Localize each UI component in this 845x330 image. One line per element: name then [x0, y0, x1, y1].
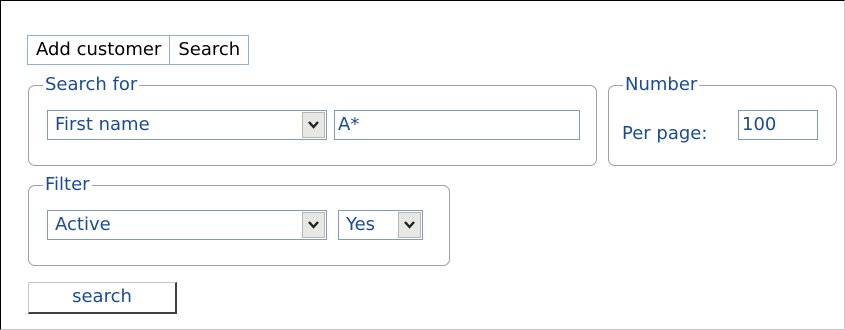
search-query-input[interactable]: A*: [334, 110, 580, 140]
filter-value-dropdown-button[interactable]: [398, 212, 421, 238]
search-field-select[interactable]: First name: [47, 110, 327, 140]
tab-search[interactable]: Search: [169, 36, 248, 64]
search-field-dropdown-button[interactable]: [302, 112, 325, 138]
filter-value-select[interactable]: Yes: [338, 210, 423, 240]
per-page-input[interactable]: 100: [738, 110, 818, 140]
search-button[interactable]: search: [28, 282, 177, 314]
number-legend: Number: [625, 74, 698, 95]
tab-bar: Add customer Search: [27, 35, 250, 65]
filter-legend: Filter: [45, 174, 90, 195]
search-for-legend: Search for: [45, 74, 138, 95]
chevron-down-icon: [308, 121, 319, 129]
chevron-down-icon: [404, 221, 415, 229]
per-page-label: Per page:: [622, 123, 708, 144]
window-frame: Add customer Search Search for First nam…: [0, 0, 845, 330]
chevron-down-icon: [308, 221, 319, 229]
search-field-value: First name: [55, 114, 150, 135]
tab-add-customer[interactable]: Add customer: [28, 36, 169, 64]
filter-field-select[interactable]: Active: [47, 210, 327, 240]
filter-field-dropdown-button[interactable]: [302, 212, 325, 238]
filter-value-value: Yes: [346, 214, 376, 235]
filter-field-value: Active: [55, 214, 111, 235]
